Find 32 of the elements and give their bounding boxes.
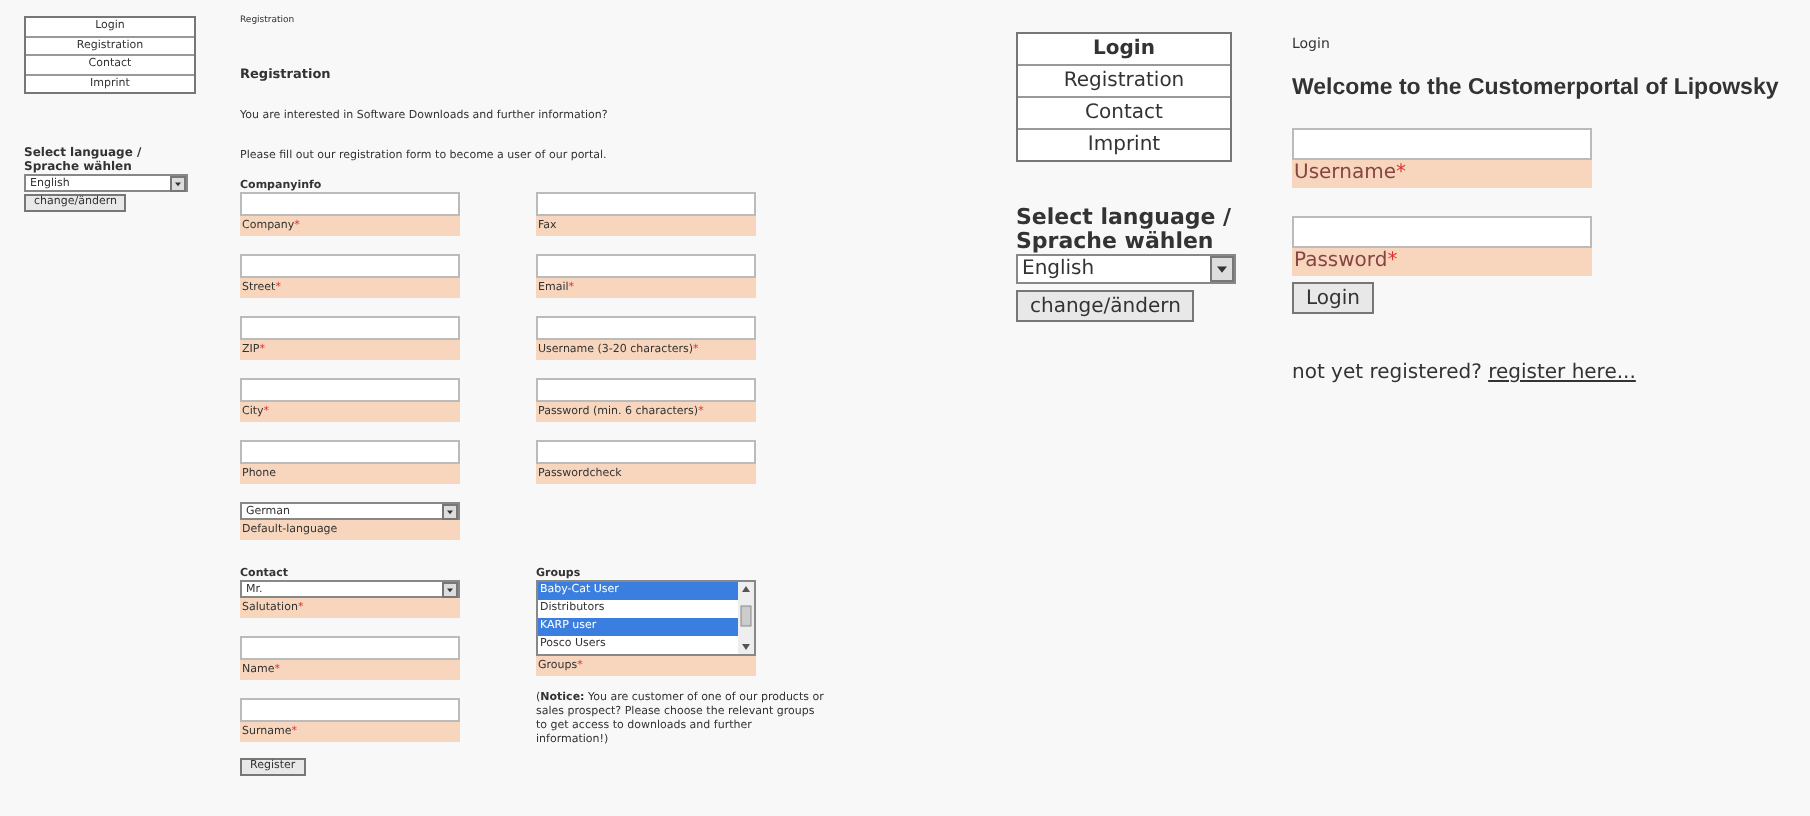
dropdown-icon — [1210, 256, 1234, 282]
input-field[interactable] — [1292, 216, 1592, 248]
input-field[interactable] — [240, 254, 460, 278]
nav-link[interactable]: Registration — [1018, 66, 1230, 98]
scrollbar[interactable] — [738, 582, 754, 654]
dropdown-icon — [442, 581, 458, 597]
dropdown-icon — [442, 503, 458, 519]
register-link[interactable]: register here... — [1488, 362, 1636, 384]
nav-link[interactable]: Contact — [1018, 98, 1230, 130]
input-field[interactable] — [240, 440, 460, 464]
change-language-button[interactable]: change/ändern — [1016, 290, 1195, 322]
nav-link[interactable]: Login — [1018, 34, 1230, 66]
field-label: Username* — [1292, 160, 1592, 188]
register-prompt: not yet registered? — [1292, 362, 1482, 384]
input-field[interactable] — [536, 378, 756, 402]
input-field[interactable] — [536, 254, 756, 278]
input-field[interactable] — [536, 192, 756, 216]
input-field[interactable] — [240, 192, 460, 216]
input-field[interactable] — [240, 378, 460, 402]
language-select[interactable]: English — [1016, 254, 1236, 284]
input-field[interactable] — [240, 316, 460, 340]
field-label: Password* — [1292, 248, 1592, 276]
input-field[interactable] — [240, 698, 460, 722]
nav-link[interactable]: Imprint — [1018, 130, 1230, 160]
login-button[interactable]: Login — [1292, 282, 1374, 314]
input-field[interactable] — [240, 636, 460, 660]
input-field[interactable] — [536, 440, 756, 464]
input-field[interactable] — [1292, 128, 1592, 160]
language-label: Select language / Sprache wählen — [1016, 206, 1234, 254]
input-field[interactable] — [536, 316, 756, 340]
page-title: Welcome to the Customerportal of Lipowsky — [1292, 76, 1779, 100]
dropdown-icon — [170, 175, 186, 191]
